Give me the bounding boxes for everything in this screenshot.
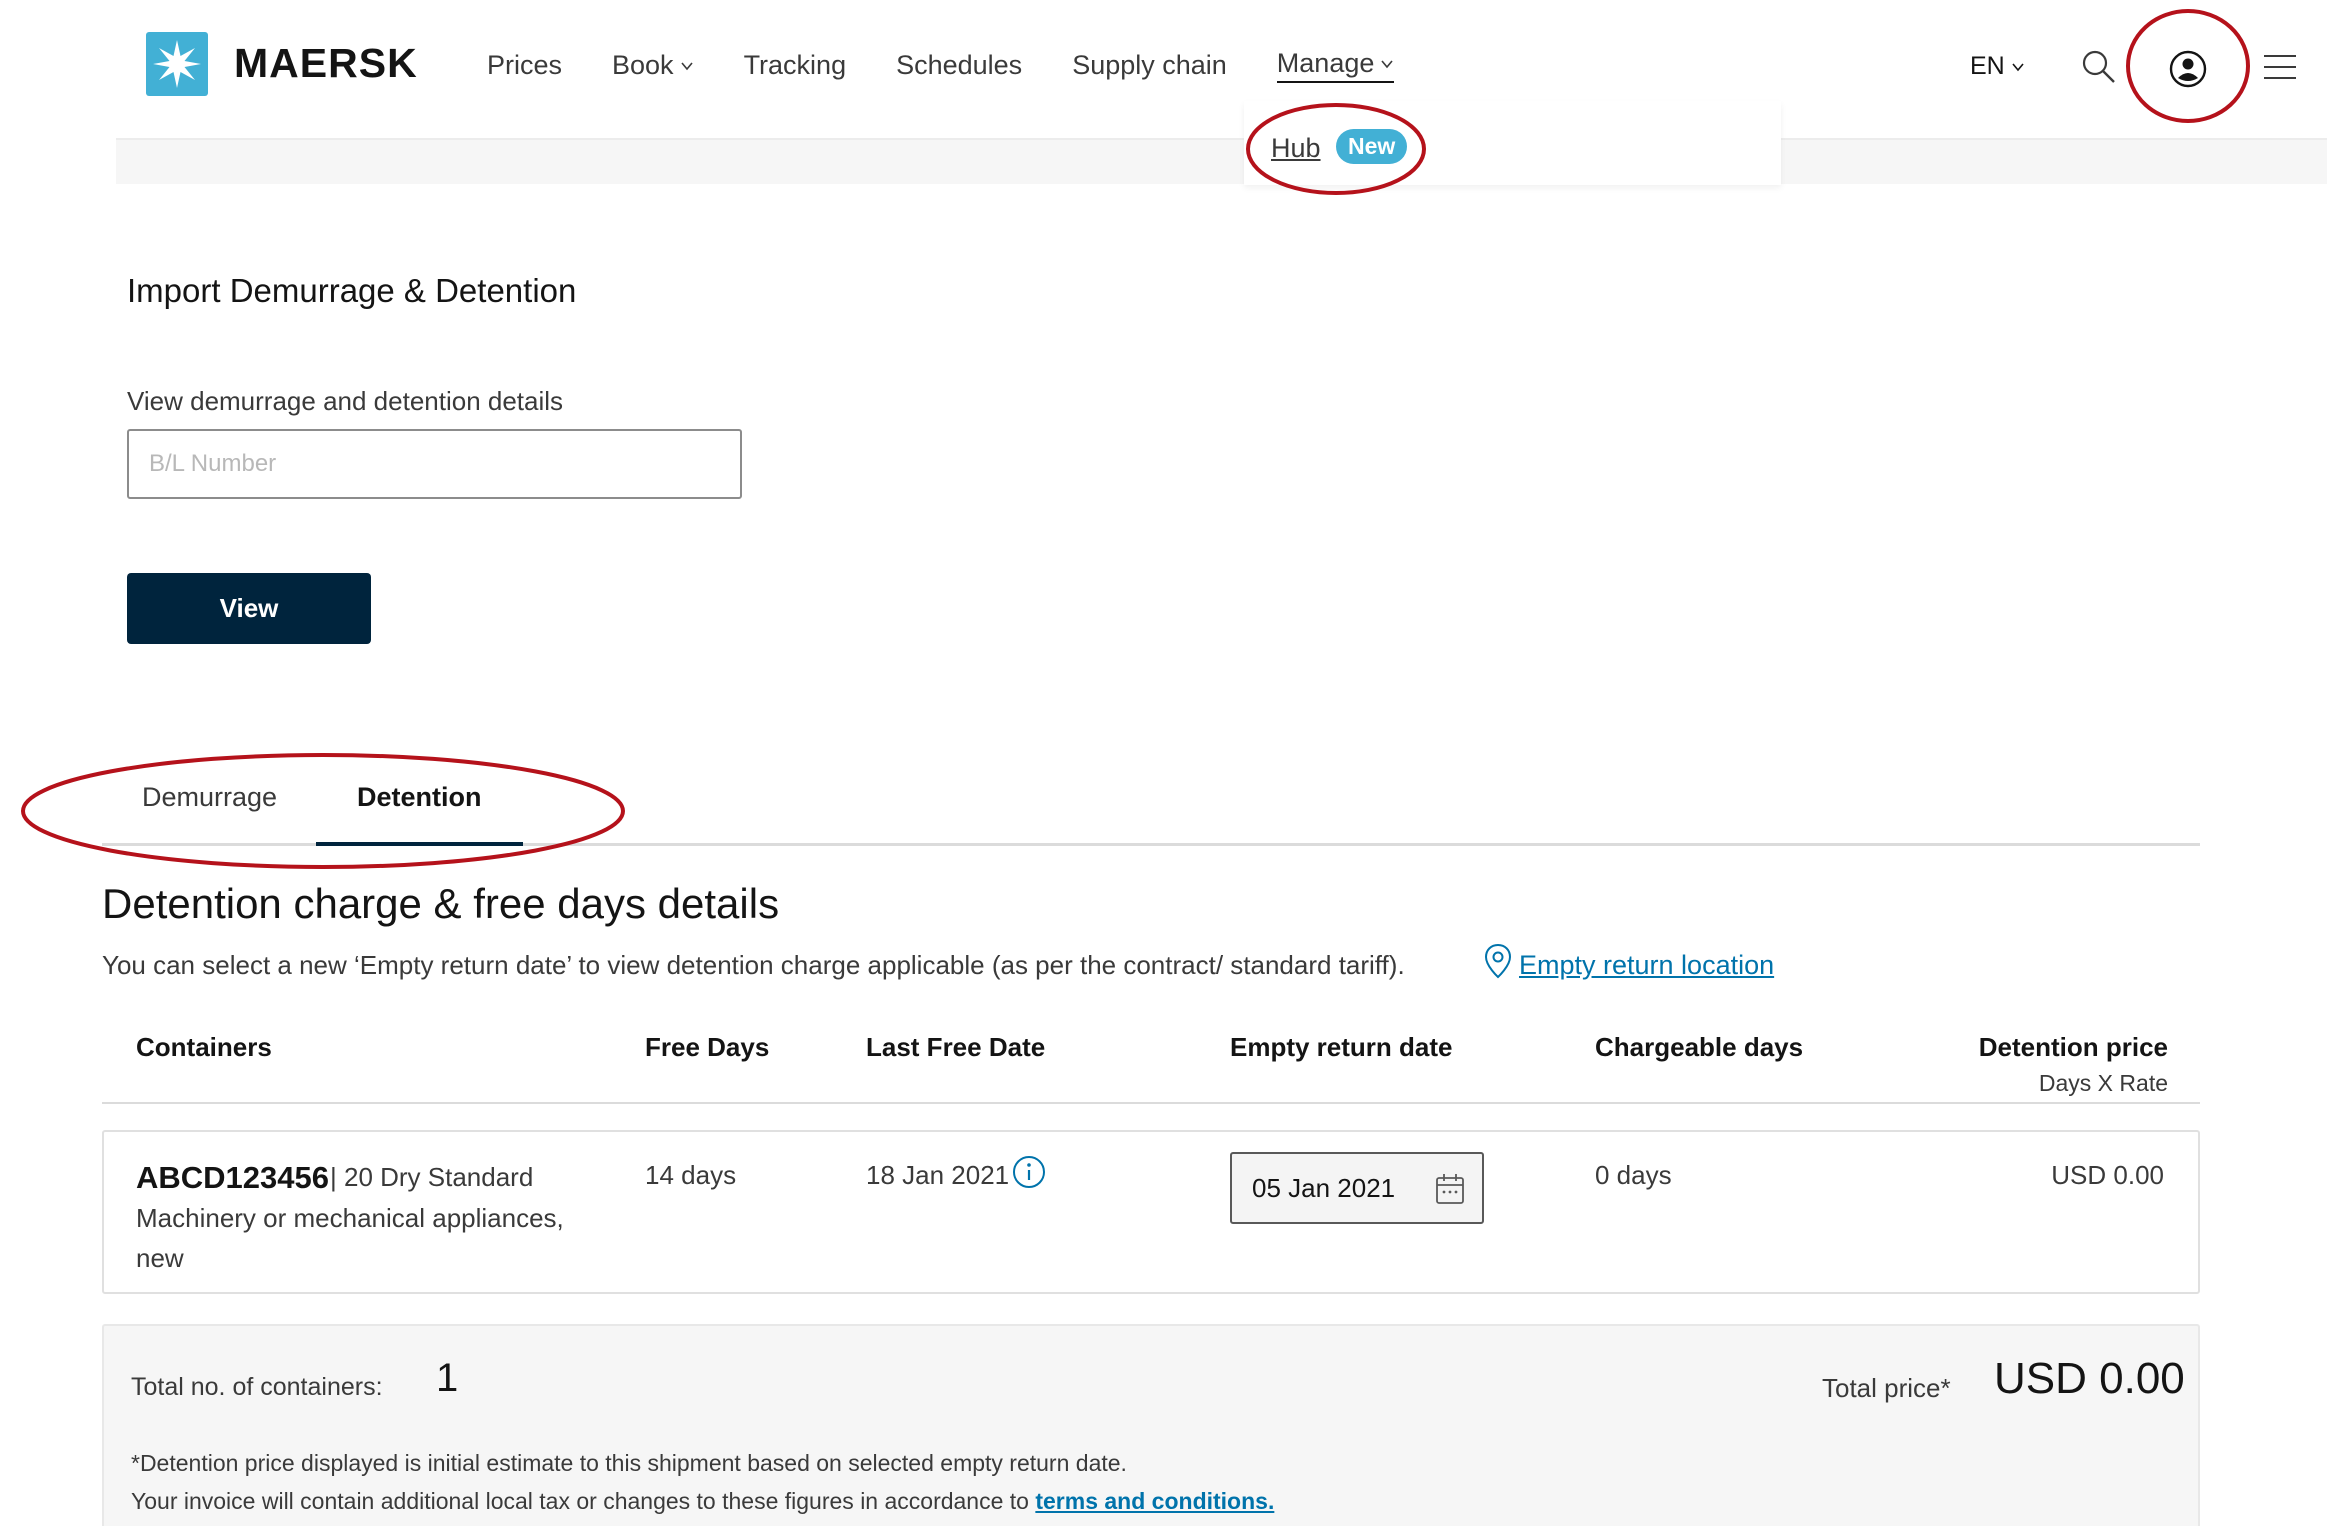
section-description: You can select a new ‘Empty return date’… xyxy=(102,950,1405,980)
empty-return-location-link[interactable]: Empty return location xyxy=(1519,950,1774,981)
nav-label: Prices xyxy=(487,50,563,80)
user-account-icon[interactable] xyxy=(2167,48,2209,90)
chevron-down-icon xyxy=(2012,62,2024,71)
info-icon[interactable] xyxy=(1011,1154,1047,1190)
view-button[interactable]: View xyxy=(127,573,371,644)
nav-item-tracking[interactable]: Tracking xyxy=(744,50,847,81)
container-id: ABCD123456 xyxy=(136,1160,329,1195)
nav-item-schedules[interactable]: Schedules xyxy=(896,50,1022,81)
manage-dropdown: Hub New xyxy=(1244,101,1781,185)
section-title: Detention charge & free days details xyxy=(102,880,780,927)
container-type: | 20 Dry Standard xyxy=(330,1162,534,1192)
table-header-divider xyxy=(102,1102,2200,1104)
calendar-icon[interactable] xyxy=(1434,1172,1466,1206)
new-badge: New xyxy=(1336,129,1408,164)
subheader-bar xyxy=(116,138,2327,184)
commodity-description: Machinery or mechanical appliances, new xyxy=(136,1203,564,1273)
hub-link[interactable]: Hub xyxy=(1271,133,1321,164)
bl-number-input[interactable] xyxy=(127,429,742,499)
tab-demurrage[interactable]: Demurrage xyxy=(142,782,277,813)
maersk-star-logo-icon[interactable] xyxy=(146,32,208,96)
free-days-value: 14 days xyxy=(645,1160,737,1190)
search-icon[interactable] xyxy=(2080,48,2118,86)
language-label: EN xyxy=(1970,52,2005,80)
empty-return-date-picker[interactable]: 05 Jan 2021 xyxy=(1230,1152,1484,1224)
nav-label: Tracking xyxy=(743,50,847,80)
chargeable-days-value: 0 days xyxy=(1595,1160,1672,1190)
total-price-value: USD 0.00 xyxy=(1994,1354,2185,1403)
column-header-chargeable-days: Chargeable days xyxy=(1595,1032,1804,1062)
site-header: MAERSK Prices Book Tracking Schedules Su… xyxy=(0,0,2327,138)
brand-name[interactable]: MAERSK xyxy=(234,40,418,87)
footnote-estimate: *Detention price displayed is initial es… xyxy=(131,1450,1127,1476)
language-selector[interactable]: EN xyxy=(1970,52,2025,81)
nav-label: Book xyxy=(612,50,674,80)
nav-label: Supply chain xyxy=(1072,50,1227,80)
chevron-down-icon xyxy=(1381,59,1393,68)
footnote-invoice-text: Your invoice will contain additional loc… xyxy=(131,1488,1029,1514)
total-containers-count: 1 xyxy=(436,1356,459,1400)
column-header-last-free-date: Last Free Date xyxy=(866,1032,1046,1062)
column-header-empty-return-date: Empty return date xyxy=(1230,1032,1453,1062)
total-price-label: Total price* xyxy=(1822,1373,1951,1403)
total-containers-label: Total no. of containers: xyxy=(131,1373,383,1401)
bl-field-label: View demurrage and detention details xyxy=(127,386,564,416)
footnote-invoice: Your invoice will contain additional loc… xyxy=(131,1488,1274,1515)
active-tab-indicator xyxy=(316,842,523,846)
page-title: Import Demurrage & Detention xyxy=(127,272,577,309)
nav-label: Schedules xyxy=(896,50,1023,80)
annotation-overlay xyxy=(21,9,2250,869)
last-free-date-value: 18 Jan 2021 xyxy=(866,1160,1010,1190)
nav-item-book[interactable]: Book xyxy=(612,50,694,81)
nav-item-manage[interactable]: Manage xyxy=(1276,48,1395,83)
column-header-detention-price: Detention price xyxy=(1978,1032,2168,1062)
nav-item-supply-chain[interactable]: Supply chain xyxy=(1072,50,1227,81)
nav-label: Manage xyxy=(1276,48,1375,78)
terms-and-conditions-link[interactable]: terms and conditions. xyxy=(1035,1488,1274,1514)
main-nav: Prices Book Tracking Schedules Supply ch… xyxy=(487,48,1444,83)
annotation-ellipse-tabs xyxy=(21,753,625,869)
hamburger-menu-icon[interactable] xyxy=(2262,52,2298,82)
column-header-containers: Containers xyxy=(136,1032,272,1062)
detention-price-value: USD 0.00 xyxy=(2051,1160,2164,1190)
nav-item-prices[interactable]: Prices xyxy=(487,50,562,81)
empty-return-date-value: 05 Jan 2021 xyxy=(1252,1172,1396,1203)
location-pin-icon[interactable] xyxy=(1483,942,1513,980)
tab-detention[interactable]: Detention xyxy=(357,782,482,813)
chevron-down-icon xyxy=(680,61,693,70)
column-subheader-days-x-rate: Days X Rate xyxy=(2038,1070,2168,1096)
column-header-free-days: Free Days xyxy=(645,1032,770,1062)
